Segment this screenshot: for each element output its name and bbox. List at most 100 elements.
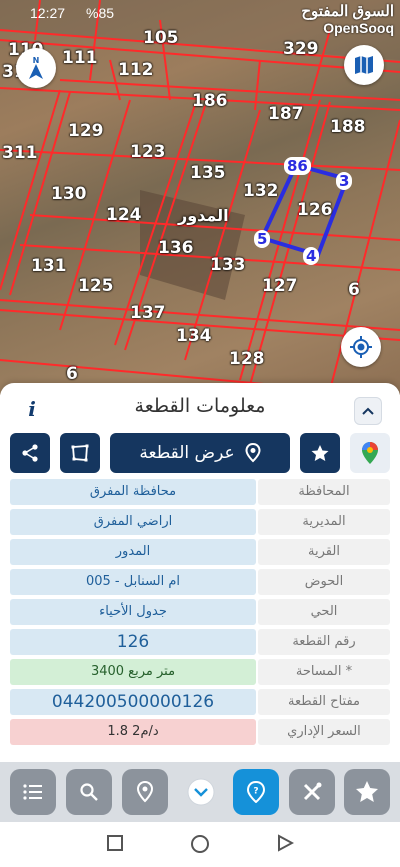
parcel-label: 111 [62,48,98,68]
show-parcel-label: عرض القطعة [139,443,235,463]
info-value: ام السنابل - 005 [10,569,256,595]
info-value: اراضي المفرق [10,509,256,535]
info-value: محافظة المفرق [10,479,256,505]
parcel-label: 127 [262,276,298,296]
info-row: 126 رقم القطعة [10,629,390,655]
search-icon [80,783,98,801]
status-bar: 12:27 %85 [0,0,400,28]
parcel-label: 126 [297,200,333,220]
parcel-label: 124 [106,205,142,225]
parcel-label: 105 [143,28,179,48]
show-parcel-button[interactable]: عرض القطعة [110,433,290,473]
status-battery: %85 [86,5,115,21]
info-label: الحوض [258,569,390,595]
vertex-label: 4 [303,247,320,265]
svg-text:?: ? [253,787,258,797]
info-row: 3400 متر مربع المساحة * [10,659,390,685]
map-view[interactable]: 105 111 112 329 311 186 187 188 129 123 … [0,0,400,395]
info-label: القرية [258,539,390,565]
compass-icon: N [29,56,43,79]
chevron-down-icon [187,778,215,806]
parcel-label: 137 [130,303,166,323]
parcel-label: 6 [66,364,78,384]
info-value: 044200500000126 [10,689,256,715]
bottom-toolbar: ? [0,762,400,822]
back-icon[interactable] [276,834,294,852]
area-name-label: المدور [178,206,229,225]
tools-button[interactable] [289,769,335,815]
polygon-icon [71,444,89,462]
parcel-label: 188 [330,117,366,137]
parcel-label: 129 [68,121,104,141]
parcel-label: 136 [158,238,194,258]
location-help-icon: ? [246,781,266,803]
info-label: المحافظة [258,479,390,505]
vertex-label: 3 [336,172,353,190]
info-row: محافظة المفرق المحافظة [10,479,390,505]
info-value: 126 [10,629,256,655]
system-nav-bar [0,822,400,867]
home-star-button[interactable] [344,769,390,815]
info-row: جدول الأحياء الحي [10,599,390,625]
search-button[interactable] [66,769,112,815]
info-row: المدور القرية [10,539,390,565]
info-label: الحي [258,599,390,625]
parcel-label: 123 [130,142,166,162]
share-button[interactable] [10,433,50,473]
parcel-info-tab-button[interactable]: ? [233,769,279,815]
tools-icon [303,782,322,801]
chevron-up-icon [362,407,374,415]
parcel-label: 112 [118,60,154,80]
parcel-label: 128 [229,349,265,369]
map-layers-button[interactable] [344,45,384,85]
north-compass-button[interactable]: N [16,48,56,88]
map-icon [355,56,373,74]
info-value: المدور [10,539,256,565]
svg-text:N: N [33,56,40,65]
home-icon[interactable] [190,834,210,854]
info-value: جدول الأحياء [10,599,256,625]
parcel-label: 131 [31,256,67,276]
parcel-label: 6 [348,280,360,300]
info-row: 044200500000126 مفتاح القطعة [10,689,390,715]
list-icon [23,784,42,800]
locate-icon [350,336,372,358]
parcel-label: 186 [192,91,228,111]
location-pin-icon [245,443,261,463]
panel-title: معلومات القطعة [134,395,266,417]
parcel-label: 135 [190,163,226,183]
parcel-label: 125 [78,276,114,296]
location-pin-icon [136,781,154,803]
expand-toolbar-button[interactable] [181,774,221,810]
info-label: السعر الإداري [258,719,390,745]
favorite-button[interactable] [300,433,340,473]
star-icon [311,445,329,461]
vertex-label: 86 [284,157,311,175]
info-label: المساحة * [258,659,390,685]
parcel-label: 133 [210,255,246,275]
parcel-label: 130 [51,184,87,204]
parcel-label: 134 [176,326,212,346]
collapse-button[interactable] [354,397,382,425]
parcel-label: 329 [283,39,319,59]
boundary-button[interactable] [60,433,100,473]
action-bar: عرض القطعة [0,433,400,473]
info-label: رقم القطعة [258,629,390,655]
parcel-label: 132 [243,181,279,201]
parcel-label: 311 [2,143,38,163]
info-value: 1.8 د/م2 [10,719,256,745]
info-value: 3400 متر مربع [10,659,256,685]
info-row: 1.8 د/م2 السعر الإداري [10,719,390,745]
parcel-info-table: محافظة المفرق المحافظة اراضي المفرق المد… [10,479,390,749]
recent-apps-icon[interactable] [106,834,124,852]
info-label: المديرية [258,509,390,535]
google-maps-button[interactable] [350,433,390,473]
info-row: ام السنابل - 005 الحوض [10,569,390,595]
my-location-button[interactable] [341,327,381,367]
vertex-label: 5 [254,230,271,248]
info-label: مفتاح القطعة [258,689,390,715]
star-icon [356,781,378,802]
google-maps-icon [362,442,378,464]
list-button[interactable] [10,769,56,815]
location-search-button[interactable] [122,769,168,815]
